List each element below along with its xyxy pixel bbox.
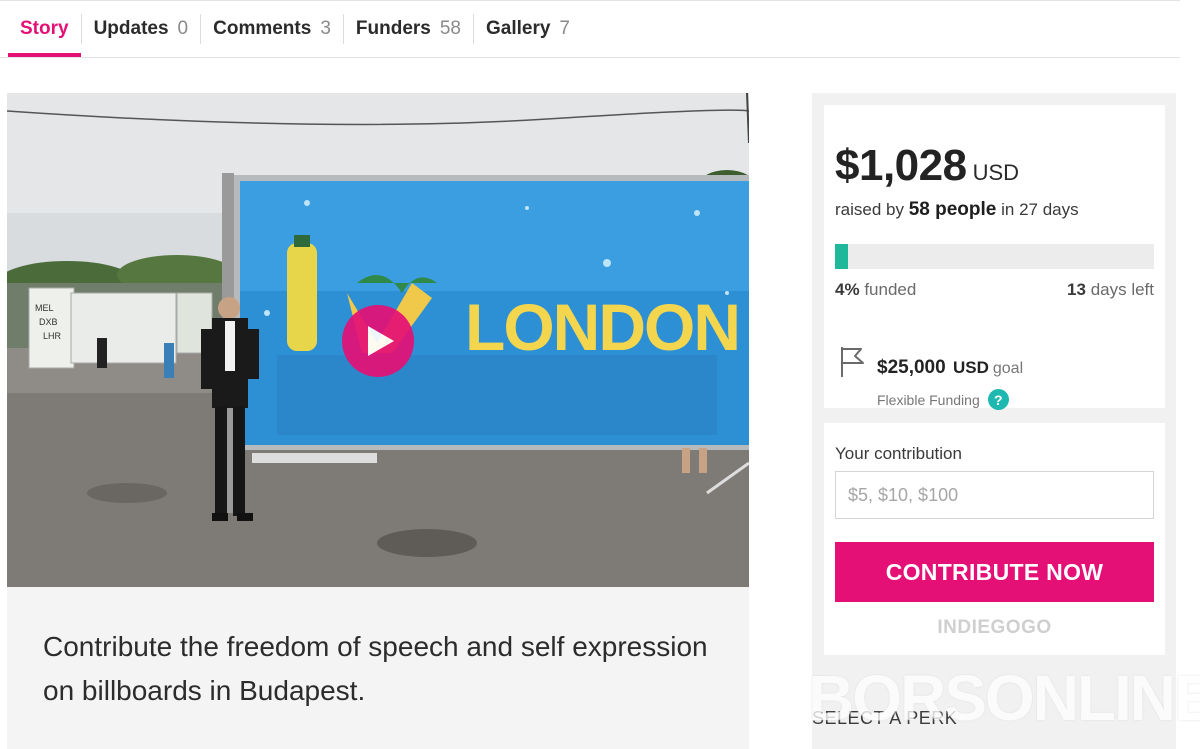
raised-prefix: raised by [835,200,904,219]
funding-sidebar: $1,028 USD raised by 58 people in 27 days… [812,93,1176,749]
flag-icon [841,347,864,377]
billboard-text: LONDON [465,290,739,364]
amount-currency: USD [972,160,1020,185]
days-value: 13 [1067,280,1086,299]
tab-updates[interactable]: Updates 0 [82,0,201,58]
tab-gallery[interactable]: Gallery 7 [474,0,582,58]
help-icon[interactable]: ? [987,389,1009,410]
goal-amount: $25,000 [877,357,946,378]
days-label: days left [1090,280,1154,299]
goal-label: goal [992,360,1024,377]
contribution-input[interactable] [835,471,1154,519]
raised-summary: raised by 58 people in 27 days [835,199,1079,221]
tab-funders-count: 58 [439,18,461,39]
funded-percent: 4% funded [835,280,916,300]
funding-goal: $25,000 USD goal [877,357,1023,379]
goal-currency: USD [952,358,989,377]
tab-comments-count: 3 [320,18,331,39]
contribution-card: Your contribution CONTRIBUTE NOW INDIEGO… [824,423,1165,655]
caption-panel: Contribute the freedom of speech and sel… [7,587,749,749]
funded-label: funded [864,280,917,299]
tab-updates-label: Updates [93,18,169,39]
tab-gallery-label: Gallery [485,18,551,39]
select-perk-heading: SELECT A PERK [812,708,958,728]
airport-code: MEL [35,303,54,313]
contribution-label: Your contribution [835,444,962,463]
funding-progress-fill [835,244,848,269]
raised-suffix: in 27 days [1001,200,1079,219]
play-button[interactable] [342,305,414,377]
funding-progress-bar [835,244,1154,269]
tab-gallery-count: 7 [559,18,570,39]
tab-funders[interactable]: Funders 58 [344,0,473,58]
tab-updates-count: 0 [177,18,189,39]
tab-comments[interactable]: Comments 3 [201,0,343,58]
flexible-funding-label: Flexible Funding [877,391,980,408]
funding-card: $1,028 USD raised by 58 people in 27 days… [824,105,1165,410]
flexible-funding: Flexible Funding? [877,389,1009,410]
contribute-now-button[interactable]: CONTRIBUTE NOW [835,542,1154,602]
amount-value: $1,028 [835,141,967,190]
airport-code: DXB [39,317,58,327]
funded-value: 4% [835,280,860,299]
play-icon [368,326,394,356]
airport-code: LHR [43,331,62,341]
backer-count: 58 people [908,199,997,220]
tab-story[interactable]: Story [8,0,81,58]
tab-comments-label: Comments [213,18,312,39]
amount-raised: $1,028 USD [835,141,1019,191]
tab-funders-label: Funders [355,18,431,39]
days-left: 13 days left [1067,280,1154,300]
tab-story-label: Story [20,18,69,39]
campaign-video[interactable]: MEL DXB LHR LONDON [7,93,749,587]
campaign-tagline: Contribute the freedom of speech and sel… [43,631,708,706]
indiegogo-logo: INDIEGOGO [937,617,1052,638]
tab-bar: Story Updates 0 Comments 3 Funders 58 Galle… [0,0,1180,58]
